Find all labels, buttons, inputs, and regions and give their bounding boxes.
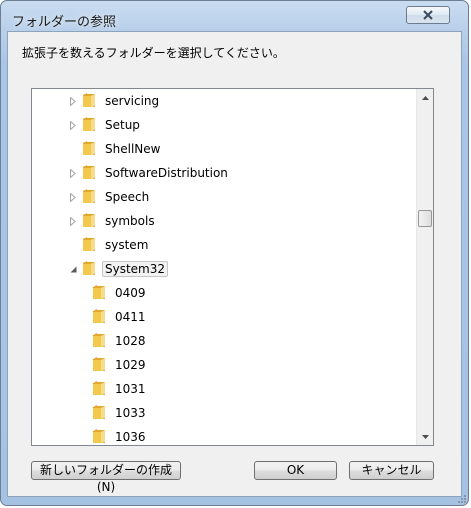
expand-arrow-icon[interactable] bbox=[68, 216, 78, 226]
folder-icon bbox=[92, 356, 106, 375]
vertical-scrollbar[interactable] bbox=[416, 89, 433, 445]
folder-tree[interactable]: servicing Setup ShellNew SoftwareDistributi… bbox=[31, 88, 434, 446]
close-icon bbox=[423, 10, 433, 20]
folder-icon bbox=[92, 404, 106, 423]
tree-item-label: System32 bbox=[102, 261, 169, 277]
folder-icon bbox=[92, 284, 106, 303]
tree-item-label: 0409 bbox=[115, 286, 146, 300]
scrollbar-thumb[interactable] bbox=[418, 210, 432, 227]
tree-item-label: system bbox=[105, 238, 149, 252]
expand-arrow-icon[interactable] bbox=[68, 120, 78, 130]
folder-icon bbox=[82, 140, 96, 159]
tree-item[interactable]: system bbox=[68, 235, 151, 255]
tree-item-label: 1029 bbox=[115, 358, 146, 372]
tree-item[interactable]: Setup bbox=[68, 115, 143, 135]
close-button[interactable] bbox=[406, 6, 450, 24]
tree-item-label: Setup bbox=[105, 118, 140, 132]
ok-button[interactable]: OK bbox=[254, 461, 337, 480]
folder-icon bbox=[82, 212, 96, 231]
tree-item-label: symbols bbox=[105, 214, 155, 228]
tree-item[interactable]: Speech bbox=[68, 187, 152, 207]
tree-item[interactable]: ShellNew bbox=[68, 139, 163, 159]
folder-icon bbox=[92, 428, 106, 446]
tree-item-label: 0411 bbox=[115, 310, 146, 324]
folder-icon bbox=[82, 188, 96, 207]
resize-grip-icon[interactable] bbox=[457, 494, 467, 504]
folder-icon bbox=[92, 380, 106, 399]
expand-arrow-icon[interactable] bbox=[68, 96, 78, 106]
instruction-text: 拡張子を数えるフォルダーを選択してください。 bbox=[22, 46, 285, 60]
tree-item[interactable]: 1036 bbox=[78, 427, 149, 446]
tree-item-label: servicing bbox=[105, 94, 160, 108]
folder-icon bbox=[82, 116, 96, 135]
tree-item-label: SoftwareDistribution bbox=[105, 166, 228, 180]
cancel-button[interactable]: キャンセル bbox=[349, 461, 434, 480]
collapse-arrow-icon[interactable] bbox=[68, 264, 78, 274]
tree-item-label: 1031 bbox=[115, 382, 146, 396]
tree-item[interactable]: SoftwareDistribution bbox=[68, 163, 231, 183]
tree-item-label: 1036 bbox=[115, 430, 146, 444]
dialog-title: フォルダーの参照 bbox=[12, 15, 117, 30]
scroll-up-button[interactable] bbox=[417, 89, 433, 106]
triangle-up-icon bbox=[422, 95, 429, 100]
tree-item[interactable]: 1033 bbox=[78, 403, 149, 423]
tree-item[interactable]: 0411 bbox=[78, 307, 149, 327]
tree-item-label: ShellNew bbox=[105, 142, 161, 156]
tree-item[interactable]: 1029 bbox=[78, 355, 149, 375]
expand-arrow-icon[interactable] bbox=[68, 168, 78, 178]
scroll-down-button[interactable] bbox=[417, 428, 433, 445]
tree-item-label: 1033 bbox=[115, 406, 146, 420]
tree-item[interactable]: 0409 bbox=[78, 283, 149, 303]
folder-icon bbox=[82, 260, 96, 279]
folder-icon bbox=[82, 164, 96, 183]
folder-icon bbox=[82, 92, 96, 111]
new-folder-button[interactable]: 新しいフォルダーの作成(N) bbox=[31, 461, 181, 494]
folder-icon bbox=[92, 332, 106, 351]
tree-item[interactable]: 1028 bbox=[78, 331, 149, 351]
expand-arrow-icon[interactable] bbox=[68, 192, 78, 202]
tree-item[interactable]: 1031 bbox=[78, 379, 149, 399]
folder-icon bbox=[92, 308, 106, 327]
tree-item-label: Speech bbox=[105, 190, 150, 204]
tree-item[interactable]: System32 bbox=[68, 259, 169, 279]
folder-icon bbox=[82, 236, 96, 255]
triangle-down-icon bbox=[422, 434, 429, 439]
tree-item[interactable]: servicing bbox=[68, 91, 162, 111]
tree-item[interactable]: symbols bbox=[68, 211, 158, 231]
tree-item-label: 1028 bbox=[115, 334, 146, 348]
